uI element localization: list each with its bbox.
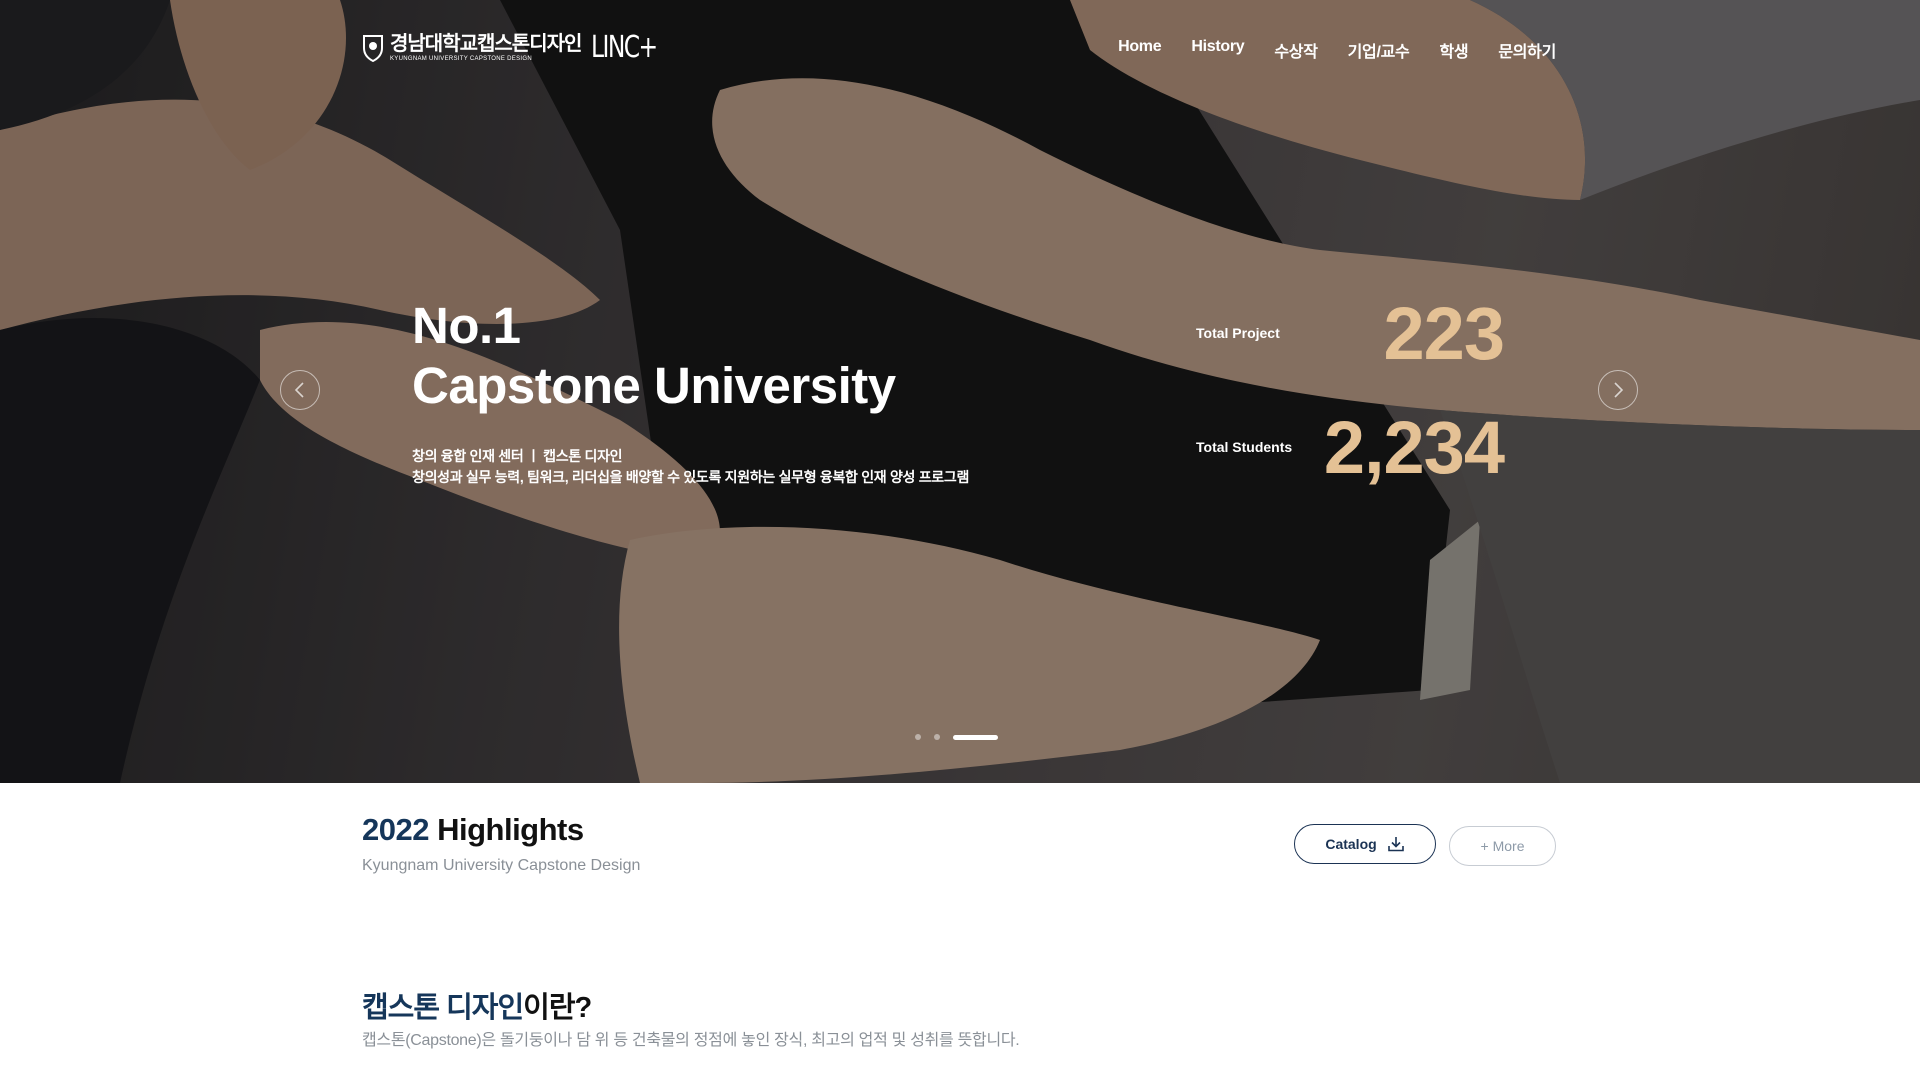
hero-headline: No.1 Capstone University — [412, 296, 896, 416]
headline-line-2: Capstone University — [412, 357, 896, 414]
highlights-subtitle: Kyungnam University Capstone Design — [362, 857, 641, 874]
site-logo[interactable]: 경남대학교캡스톤디자인 KYUNGNAM UNIVERSITY CAPSTONE… — [362, 30, 676, 65]
logo-wordmark: 경남대학교캡스톤디자인 KYUNGNAM UNIVERSITY CAPSTONE… — [390, 32, 582, 62]
nav-home[interactable]: Home — [1118, 38, 1162, 62]
stat-value-total-students: 2,234 — [1323, 406, 1505, 489]
university-emblem-icon — [363, 34, 383, 62]
slider-next-button[interactable] — [1598, 370, 1638, 410]
hero-slider: 경남대학교캡스톤디자인 KYUNGNAM UNIVERSITY CAPSTONE… — [0, 0, 1920, 783]
stat-value-total-project: 223 — [1383, 292, 1505, 375]
nav-history[interactable]: History — [1191, 38, 1244, 62]
capstone-title-rest: 이란? — [523, 992, 592, 1024]
catalog-button-label: Catalog — [1325, 836, 1377, 852]
capstone-intro-title: 캡스톤 디자인이란? — [362, 984, 592, 1026]
highlights-title: 2022 Highlights — [362, 812, 584, 848]
capstone-title-highlight: 캡스톤 디자인 — [362, 992, 524, 1024]
nav-company-professor[interactable]: 기업/교수 — [1348, 38, 1410, 62]
main-nav: Home History 수상작 기업/교수 학생 문의하기 — [1118, 38, 1556, 62]
stat-label-total-students: Total Students — [1196, 439, 1293, 455]
pagination-dot-3-active[interactable] — [953, 734, 998, 740]
chevron-left-icon — [294, 382, 304, 398]
logo-english-text: KYUNGNAM UNIVERSITY CAPSTONE DESIGN — [390, 55, 532, 62]
logo-linc-text: LINC+ — [591, 30, 658, 65]
nav-contact[interactable]: 문의하기 — [1498, 38, 1556, 62]
nav-awards[interactable]: 수상작 — [1274, 38, 1318, 62]
pagination-dot-2[interactable] — [934, 734, 940, 740]
highlights-title-text: Highlights — [428, 812, 584, 847]
pagination-dot-1[interactable] — [915, 734, 921, 740]
more-button-label: + More — [1480, 838, 1525, 854]
nav-students[interactable]: 학생 — [1439, 38, 1468, 62]
stat-label-total-project: Total Project — [1196, 325, 1280, 341]
hero-description: 창의성과 실무 능력, 팀워크, 리더십을 배양할 수 있도록 지원하는 실무형… — [412, 469, 970, 485]
more-button[interactable]: + More — [1449, 826, 1556, 866]
capstone-intro-description: 캡스톤(Capstone)은 돌기둥이나 담 위 등 건축물의 정점에 놓인 장… — [362, 1032, 1020, 1049]
download-icon — [1387, 837, 1404, 852]
catalog-download-button[interactable]: Catalog — [1294, 824, 1436, 864]
logo-korean-text: 경남대학교캡스톤디자인 — [390, 32, 582, 55]
headline-line-1: No.1 — [412, 297, 521, 354]
slider-pagination — [915, 734, 998, 740]
chevron-right-icon — [1614, 382, 1624, 398]
hero-tagline: 창의 융합 인재 센터 ㅣ 캡스톤 디자인 — [412, 448, 623, 464]
slider-prev-button[interactable] — [280, 370, 320, 410]
highlights-year: 2022 — [362, 812, 429, 847]
